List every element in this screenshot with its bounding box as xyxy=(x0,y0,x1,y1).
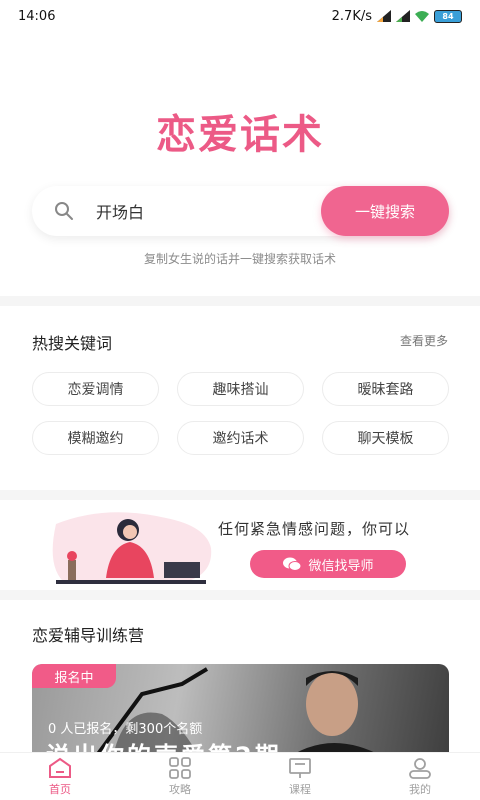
network-speed: 2.7K/s xyxy=(331,8,372,24)
wechat-mentor-label: 微信找导师 xyxy=(308,558,374,574)
tab-course-label: 课程 xyxy=(289,782,311,796)
mentor-banner[interactable]: 任何紧急情感问题，你可以 微信找导师 xyxy=(32,506,449,586)
battery-icon: 84 xyxy=(434,9,462,23)
grid-icon xyxy=(169,756,191,779)
status-bar: 14:06 2.7K/s 84 xyxy=(0,0,480,32)
search-hint: 复制女生说的话并一键搜索获取话术 xyxy=(143,252,336,266)
banner-text: 任何紧急情感问题，你可以 xyxy=(218,520,411,538)
view-more-link[interactable]: 查看更多 xyxy=(400,332,448,349)
hot-keyword-tags: 恋爱调情 趣味搭讪 暧昧套路 模糊邀约 邀约话术 聊天模板 xyxy=(32,372,449,455)
home-icon xyxy=(49,757,71,778)
signal-icon-2 xyxy=(396,10,410,22)
wechat-mentor-button[interactable]: 微信找导师 xyxy=(250,550,406,578)
wifi-icon xyxy=(415,11,429,22)
wechat-icon xyxy=(283,557,302,571)
tab-guide[interactable]: 攻略 xyxy=(120,753,240,800)
keyword-tag[interactable]: 模糊邀约 xyxy=(32,421,159,455)
status-time: 14:06 xyxy=(18,8,56,24)
keyword-tag[interactable]: 趣味搭讪 xyxy=(177,372,304,406)
divider xyxy=(0,490,480,500)
signal-icon xyxy=(377,10,391,22)
tab-guide-label: 攻略 xyxy=(169,782,191,796)
keyword-tag[interactable]: 邀约话术 xyxy=(177,421,304,455)
divider xyxy=(0,590,480,600)
course-icon xyxy=(289,757,311,778)
divider xyxy=(0,296,480,306)
tab-profile[interactable]: 我的 xyxy=(360,753,480,800)
keyword-tag[interactable]: 恋爱调情 xyxy=(32,372,159,406)
keyword-tag[interactable]: 聊天模板 xyxy=(322,421,449,455)
search-button[interactable]: 一键搜索 xyxy=(321,186,449,236)
tab-course[interactable]: 课程 xyxy=(240,753,360,800)
tab-profile-label: 我的 xyxy=(409,782,431,796)
tab-home[interactable]: 首页 xyxy=(0,753,120,800)
training-camp-title: 恋爱辅导训练营 xyxy=(32,626,145,645)
enroll-count: 0 人已报名，剩300个名额 xyxy=(48,722,203,737)
course-card[interactable]: 报名中 0 人已报名，剩300个名额 说出你的声爱第2期 xyxy=(32,664,449,762)
status-badge: 报名中 xyxy=(32,664,116,688)
search-input[interactable] xyxy=(96,186,316,236)
keyword-tag[interactable]: 暧昧套路 xyxy=(322,372,449,406)
hot-keywords-title: 热搜关键词 xyxy=(32,334,113,353)
status-indicators: 2.7K/s 84 xyxy=(332,9,462,24)
app-logo: 恋爱话术 xyxy=(156,111,324,158)
profile-icon xyxy=(409,757,431,779)
search-bar: 一键搜索 xyxy=(32,186,449,236)
consultant-illustration xyxy=(52,512,212,584)
bottom-tab-bar: 首页 攻略 课程 我的 xyxy=(0,752,480,800)
search-icon xyxy=(55,202,73,220)
tab-home-label: 首页 xyxy=(49,782,71,796)
